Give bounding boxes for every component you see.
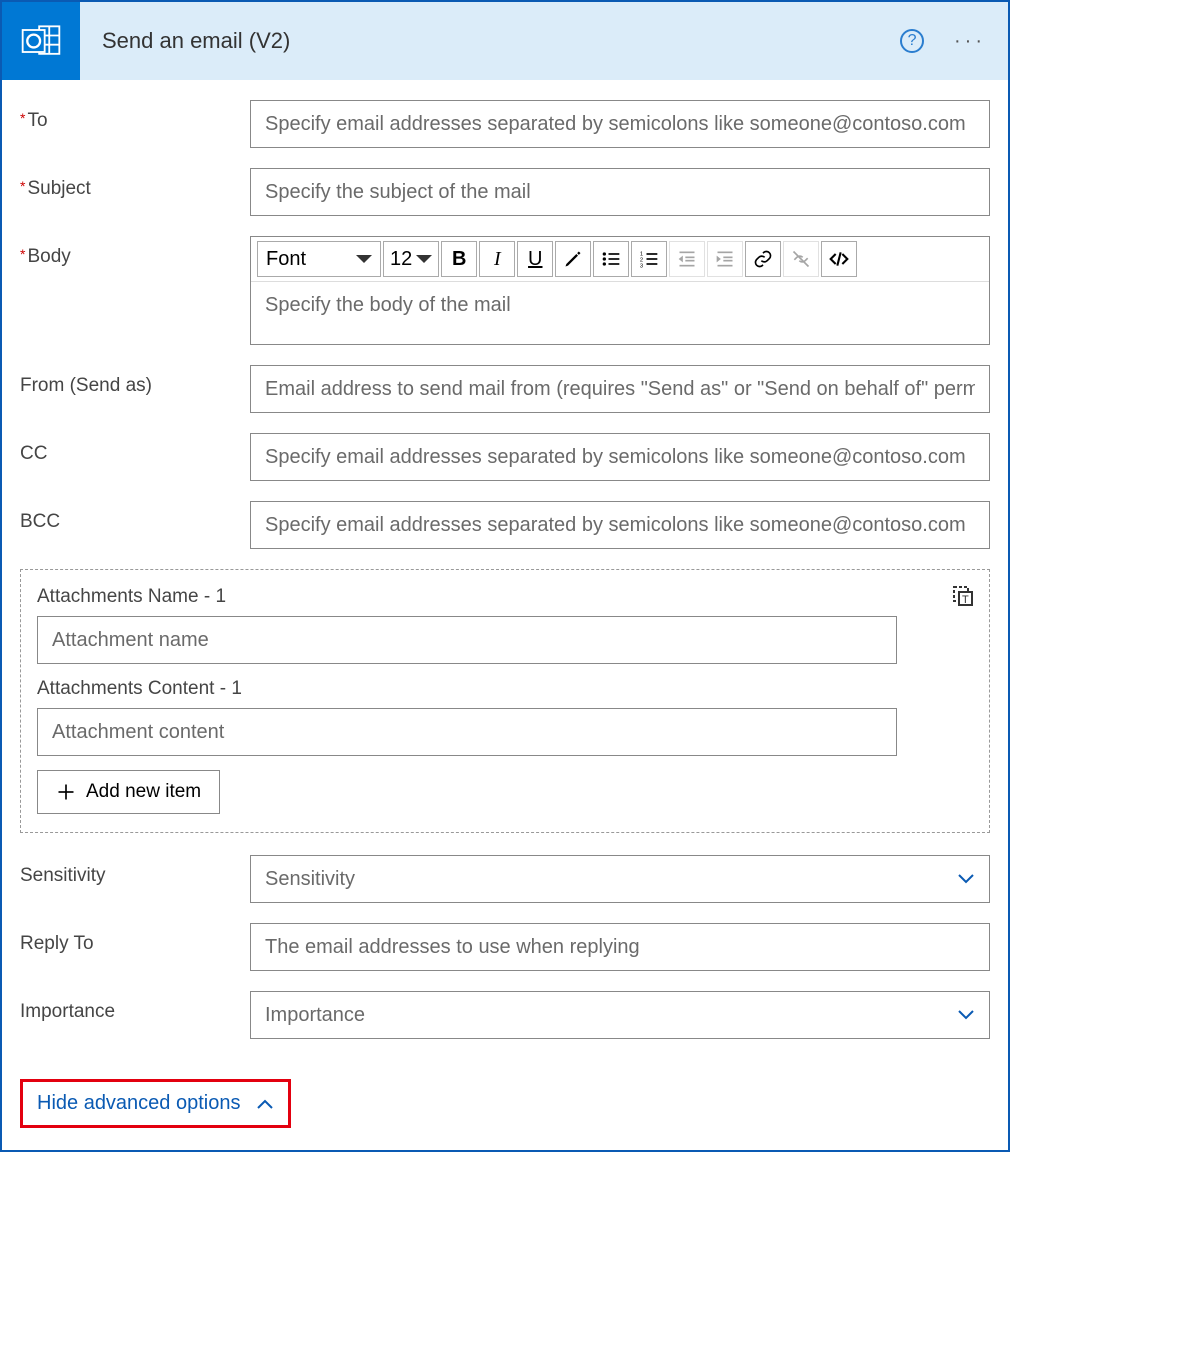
sensitivity-select[interactable]: Sensitivity xyxy=(250,855,990,903)
caret-down-icon xyxy=(416,255,432,263)
to-label: To xyxy=(20,100,250,132)
advanced-options-label: Hide advanced options xyxy=(37,1092,240,1115)
from-label: From (Send as) xyxy=(20,365,250,397)
importance-value: Importance xyxy=(265,1004,365,1027)
more-menu-icon[interactable]: ··· xyxy=(954,30,986,53)
italic-button[interactable]: I xyxy=(479,241,515,277)
body-textarea[interactable]: Specify the body of the mail xyxy=(251,282,989,344)
bcc-label: BCC xyxy=(20,501,250,533)
font-size-value: 12 xyxy=(390,248,412,271)
cc-input[interactable] xyxy=(250,433,990,481)
editor-toolbar: Font 12 B I U xyxy=(251,237,989,282)
unlink-button[interactable] xyxy=(783,241,819,277)
bold-button[interactable]: B xyxy=(441,241,477,277)
indent-button[interactable] xyxy=(707,241,743,277)
card-body: To Subject Body Font 12 xyxy=(2,80,1008,1069)
attachment-content-input[interactable] xyxy=(37,708,897,756)
add-new-item-button[interactable]: Add new item xyxy=(37,770,220,814)
subject-label: Subject xyxy=(20,168,250,200)
attachment-content-label: Attachments Content - 1 xyxy=(37,678,973,700)
to-input[interactable] xyxy=(250,100,990,148)
importance-select[interactable]: Importance xyxy=(250,991,990,1039)
add-new-item-label: Add new item xyxy=(86,781,201,803)
attachments-zone: T Attachments Name - 1 Attachments Conte… xyxy=(20,569,990,833)
from-input[interactable] xyxy=(250,365,990,413)
link-button[interactable] xyxy=(745,241,781,277)
chevron-down-icon xyxy=(957,873,975,885)
replyto-input[interactable] xyxy=(250,923,990,971)
font-size-select[interactable]: 12 xyxy=(383,241,439,277)
numbered-list-button[interactable]: 123 xyxy=(631,241,667,277)
importance-label: Importance xyxy=(20,991,250,1023)
card-header: Send an email (V2) ? ··· xyxy=(2,2,1008,80)
underline-button[interactable]: U xyxy=(517,241,553,277)
attachment-name-input[interactable] xyxy=(37,616,897,664)
cc-label: CC xyxy=(20,433,250,465)
chevron-down-icon xyxy=(957,1009,975,1021)
bcc-input[interactable] xyxy=(250,501,990,549)
color-picker-button[interactable] xyxy=(555,241,591,277)
font-select-label: Font xyxy=(266,248,306,271)
font-select[interactable]: Font xyxy=(257,241,381,277)
code-view-button[interactable] xyxy=(821,241,857,277)
plus-icon xyxy=(56,782,76,802)
attachment-name-label: Attachments Name - 1 xyxy=(37,586,973,608)
outdent-button[interactable] xyxy=(669,241,705,277)
bullet-list-button[interactable] xyxy=(593,241,629,277)
help-icon[interactable]: ? xyxy=(900,29,924,53)
replyto-label: Reply To xyxy=(20,923,250,955)
caret-down-icon xyxy=(356,255,372,263)
sensitivity-label: Sensitivity xyxy=(20,855,250,887)
card-title: Send an email (V2) xyxy=(102,28,900,54)
sensitivity-value: Sensitivity xyxy=(265,868,355,891)
chevron-up-icon xyxy=(256,1098,274,1110)
body-label: Body xyxy=(20,236,250,268)
svg-text:3: 3 xyxy=(640,263,643,269)
switch-mode-icon[interactable]: T xyxy=(951,584,975,608)
svg-text:T: T xyxy=(962,594,969,606)
card-footer: Hide advanced options xyxy=(2,1069,1008,1150)
outlook-icon xyxy=(2,2,80,80)
hide-advanced-options-toggle[interactable]: Hide advanced options xyxy=(20,1079,291,1128)
subject-input[interactable] xyxy=(250,168,990,216)
body-editor: Font 12 B I U xyxy=(250,236,990,345)
action-card: Send an email (V2) ? ··· To Subject Body… xyxy=(0,0,1010,1152)
